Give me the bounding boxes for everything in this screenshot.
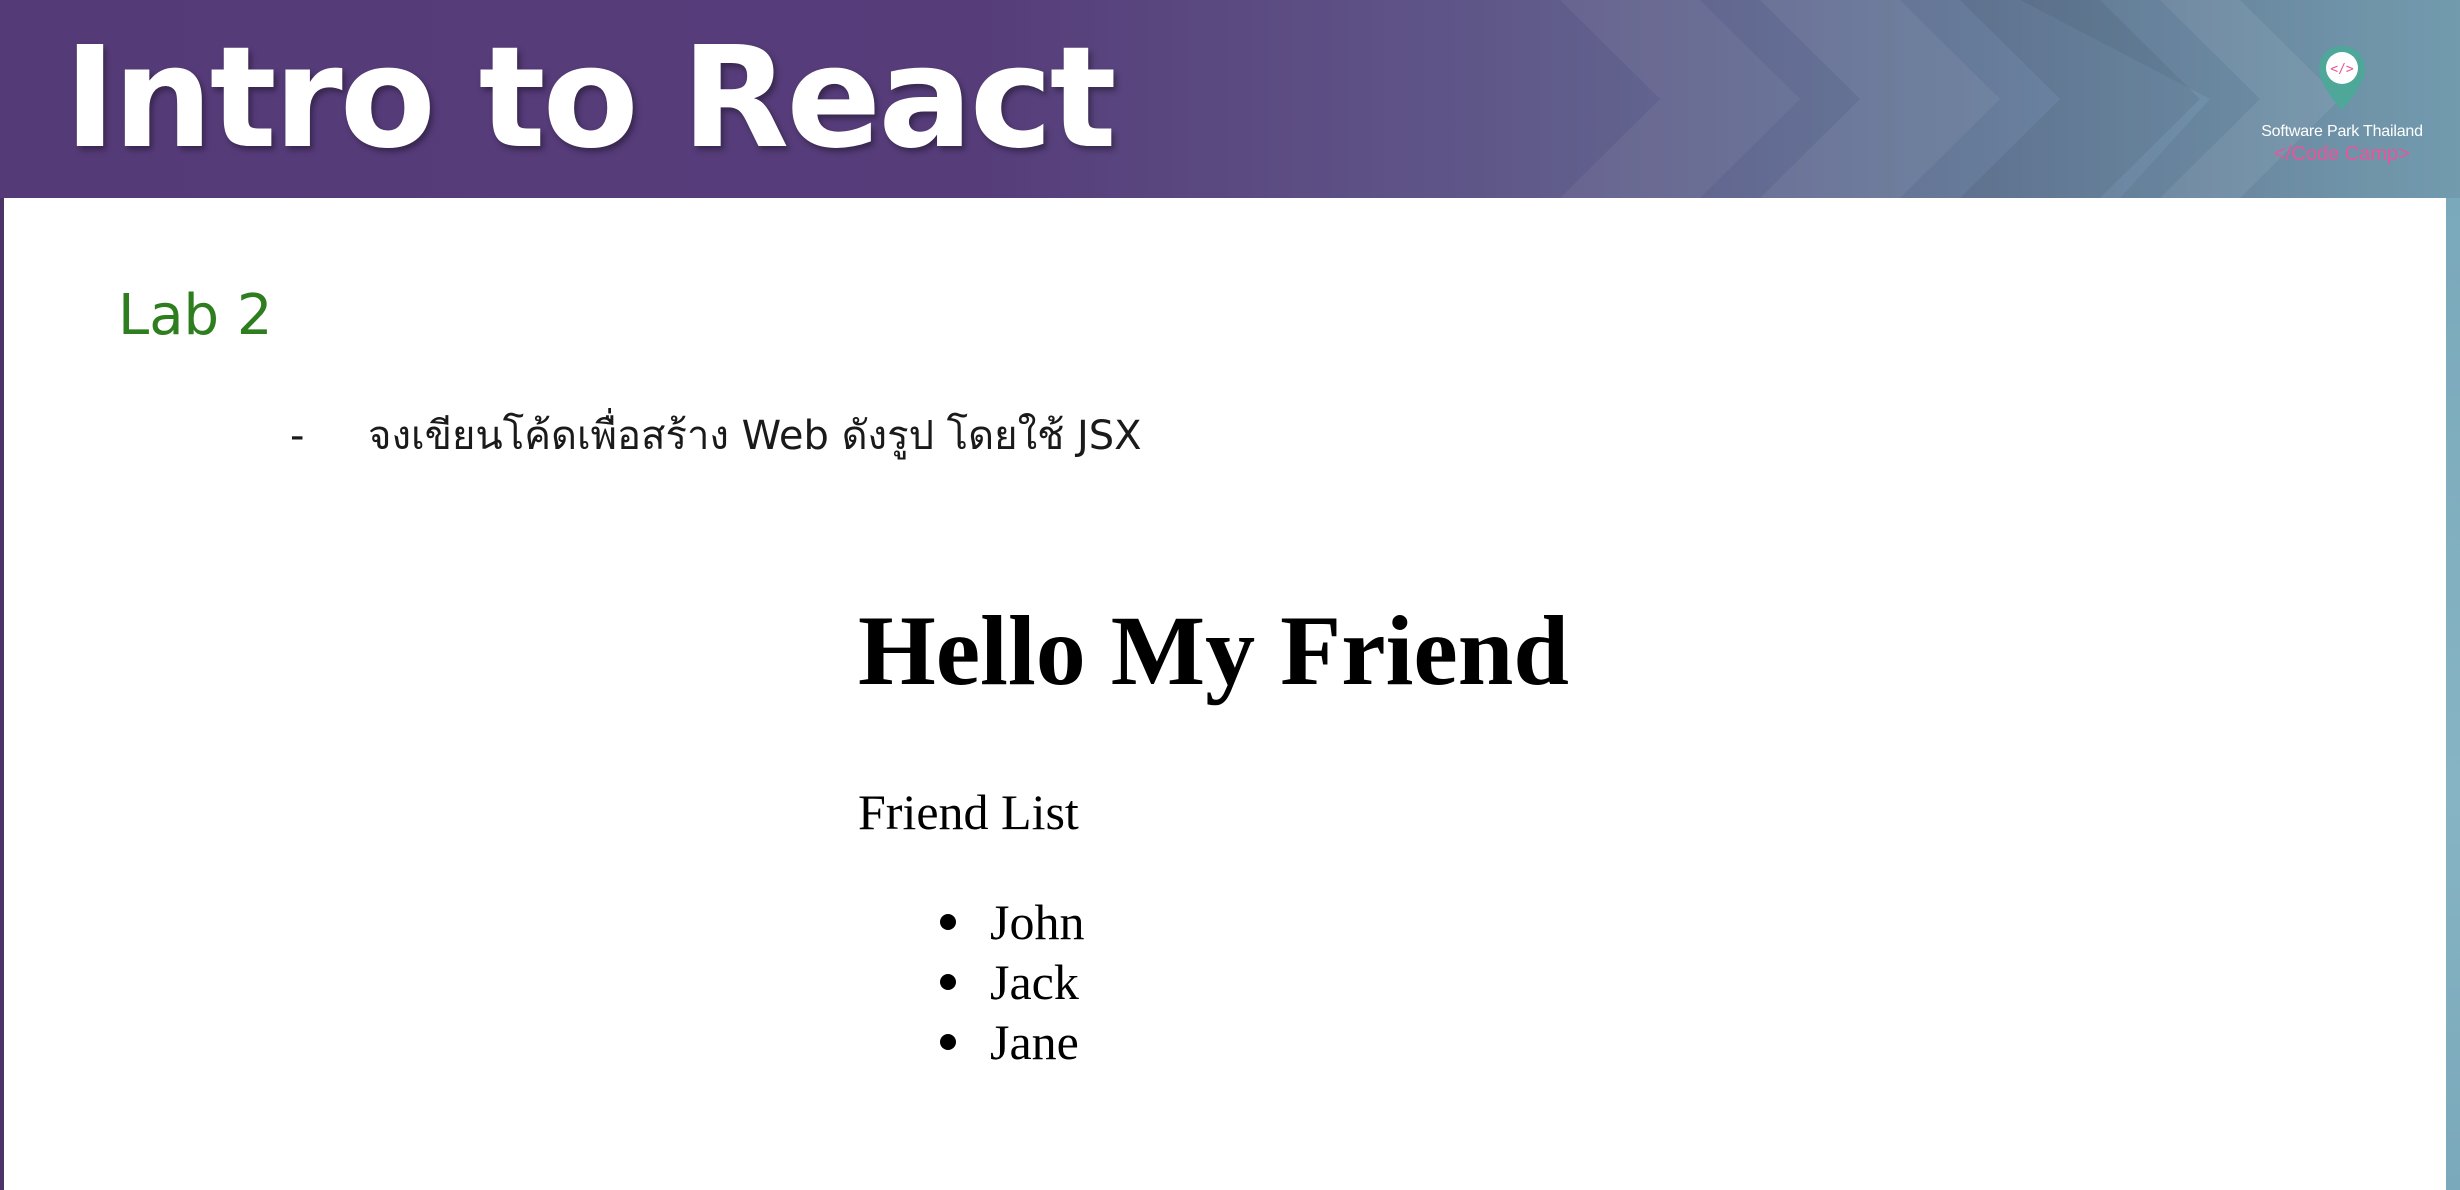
example-heading: Hello My Friend [858, 595, 1569, 706]
code-location-pin-icon: </> [2319, 46, 2365, 110]
software-park-logo: </> Software Park Thailand </Code Camp> [2248, 44, 2436, 174]
logo-company-name: Software Park Thailand [2261, 123, 2423, 140]
header-banner: Intro to React </> Software Park Thailan… [0, 0, 2460, 198]
logo-product-name: </Code Camp> [2274, 143, 2410, 165]
friend-name: Jane [990, 1014, 1079, 1070]
instruction-bullet: - จงเขียนโค้ดเพื่อสร้าง Web ดังรูป โดยใช้… [290, 406, 1142, 466]
friend-list-item: John [858, 892, 1084, 952]
instruction-text: จงเขียนโค้ดเพื่อสร้าง Web ดังรูป โดยใช้ … [368, 413, 1142, 459]
code-glyph: </> [2330, 62, 2354, 77]
left-frame-edge [0, 198, 4, 1190]
slide-title: Intro to React [64, 17, 1117, 180]
bullet-dot-icon [940, 1034, 956, 1050]
lab-heading: Lab 2 [118, 283, 273, 348]
slide: Intro to React </> Software Park Thailan… [0, 0, 2460, 1190]
bullet-marker: - [290, 413, 305, 459]
example-output-screenshot: Hello My Friend Friend List John Jack Ja… [858, 586, 1758, 1106]
friend-name: Jack [990, 954, 1079, 1010]
right-frame-edge [2446, 198, 2460, 1190]
bullet-dot-icon [940, 914, 956, 930]
bullet-dot-icon [940, 974, 956, 990]
friend-name: John [990, 894, 1085, 950]
example-subheading: Friend List [858, 784, 1079, 840]
friend-list: John Jack Jane [858, 892, 1084, 1072]
friend-list-item: Jane [858, 1012, 1084, 1072]
friend-list-item: Jack [858, 952, 1084, 1012]
